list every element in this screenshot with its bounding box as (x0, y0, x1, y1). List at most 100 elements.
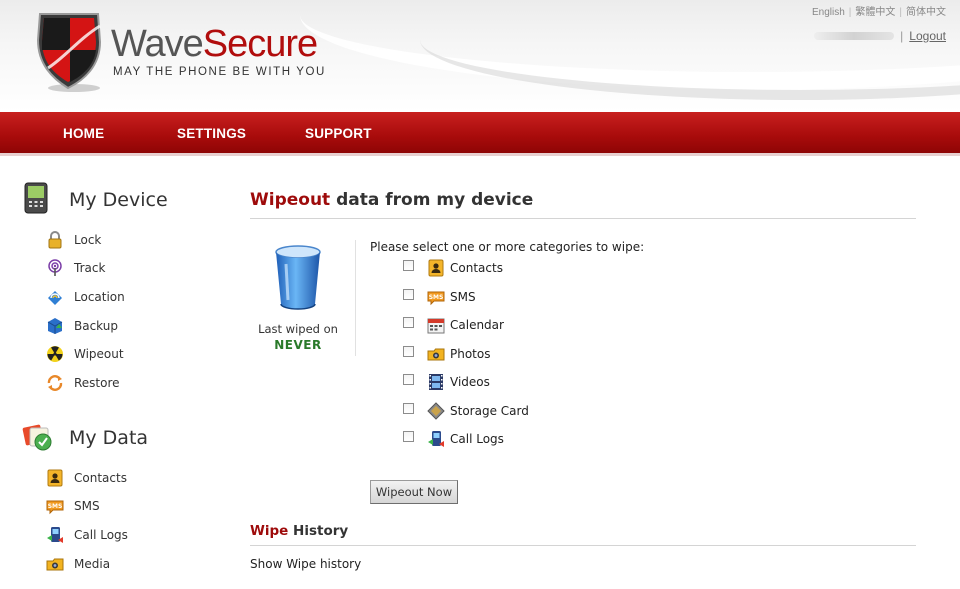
sidebar-item-restore[interactable]: Restore (46, 373, 120, 393)
category-row-contacts: Contacts (403, 258, 503, 278)
brand-name-part2: Secure (202, 23, 318, 65)
username-redacted (814, 32, 895, 40)
sidebar-item-call-logs[interactable]: Call Logs (46, 525, 128, 545)
history-divider (250, 545, 916, 546)
brand-name: WaveSecure (111, 22, 318, 66)
sidebar-item-label: SMS (74, 499, 100, 513)
storage-card-icon (427, 402, 445, 420)
user-bar: | Logout (814, 29, 946, 43)
language-separator: | (899, 7, 902, 18)
phone-device-icon (24, 182, 48, 214)
page-title-rest: data from my device (330, 190, 534, 210)
my-device-heading: My Device (24, 182, 168, 214)
category-row-call-logs: Call Logs (403, 429, 504, 449)
nav-home[interactable]: HOME (63, 126, 104, 141)
call-logs-icon (47, 527, 63, 543)
wipe-history-title: Wipe History (250, 523, 348, 539)
sidebar-item-label: Restore (74, 376, 120, 390)
wavesecure-logo-icon[interactable] (34, 8, 106, 92)
sidebar-item-lock[interactable]: Lock (46, 230, 101, 250)
last-wiped-label: Last wiped on (258, 322, 338, 336)
wipe-history-title-highlight: Wipe (250, 523, 289, 539)
title-divider (250, 218, 916, 219)
my-device-title: My Device (69, 189, 168, 211)
category-label: Videos (450, 375, 490, 389)
sidebar-item-wipeout[interactable]: Wipeout (46, 344, 124, 364)
category-checkbox-call-logs[interactable] (403, 430, 414, 442)
category-row-storage-card: Storage Card (403, 401, 529, 421)
page-title: Wipeout data from my device (250, 190, 533, 210)
media-icon (46, 558, 64, 571)
sidebar-item-backup[interactable]: Backup (46, 316, 118, 336)
data-stack-icon (22, 424, 52, 451)
my-data-title: My Data (69, 427, 149, 449)
brand-tagline: MAY THE PHONE BE WITH YOU (113, 66, 326, 78)
sidebar-item-location[interactable]: Location (46, 287, 125, 307)
category-label: Storage Card (450, 404, 529, 418)
category-label: SMS (450, 290, 476, 304)
photos-icon (427, 348, 445, 361)
wipe-bin-icon (275, 245, 321, 310)
sidebar-item-label: Location (74, 290, 125, 304)
wipe-history-title-rest: History (288, 523, 349, 539)
sidebar-item-label: Call Logs (74, 528, 128, 542)
sidebar-item-label: Contacts (74, 471, 127, 485)
sms-icon: SMS (46, 500, 64, 515)
contacts-icon (428, 259, 444, 277)
nav-support[interactable]: SUPPORT (305, 126, 372, 141)
brand-name-part1: Wave (111, 23, 204, 65)
location-icon (48, 291, 62, 305)
category-prompt: Please select one or more categories to … (370, 240, 645, 254)
sidebar-item-contacts[interactable]: Contacts (46, 468, 127, 488)
category-checkbox-contacts[interactable] (403, 259, 414, 271)
language-traditional-chinese[interactable]: 繁體中文 (855, 7, 895, 18)
language-switcher: English | 繁體中文 | 简体中文 (812, 3, 946, 18)
sms-icon: SMS (427, 291, 445, 306)
category-label: Calendar (450, 318, 504, 332)
category-checkbox-photos[interactable] (403, 345, 414, 357)
sidebar-item-track[interactable]: Track (46, 258, 105, 278)
contacts-icon (47, 469, 63, 487)
track-icon (48, 259, 62, 276)
user-bar-separator: | (900, 29, 904, 43)
sidebar-item-sms[interactable]: SMS SMS (46, 496, 100, 516)
category-label: Call Logs (450, 432, 504, 446)
wipeout-icon (47, 346, 63, 362)
language-simplified-chinese[interactable]: 简体中文 (906, 7, 946, 18)
restore-icon (47, 375, 63, 391)
sidebar-item-label: Media (74, 557, 111, 571)
category-checkbox-calendar[interactable] (403, 316, 414, 328)
svg-text:SMS: SMS (429, 294, 444, 301)
logout-link[interactable]: Logout (909, 29, 946, 43)
category-row-calendar: Calendar (403, 315, 504, 335)
sidebar-item-label: Track (74, 261, 106, 275)
sidebar-item-label: Backup (74, 319, 118, 333)
category-row-photos: Photos (403, 344, 490, 364)
sidebar-item-label: Lock (74, 233, 102, 247)
main-nav: HOME SETTINGS SUPPORT (0, 112, 960, 156)
call-logs-icon (428, 431, 444, 447)
category-row-sms: SMS SMS (403, 287, 476, 307)
category-checkbox-storage-card[interactable] (403, 402, 414, 414)
language-separator: | (848, 7, 852, 18)
category-label: Photos (450, 347, 491, 361)
language-english[interactable]: English (812, 7, 845, 18)
my-data-heading: My Data (22, 420, 148, 452)
lock-icon (48, 231, 62, 249)
last-wiped-value: NEVER (274, 338, 322, 352)
calendar-icon (427, 318, 445, 334)
vertical-divider (355, 240, 356, 356)
wipeout-now-button[interactable]: Wipeout Now (370, 480, 458, 504)
backup-icon (47, 318, 63, 334)
video-film-icon (429, 374, 443, 390)
svg-text:SMS: SMS (48, 503, 63, 510)
nav-settings[interactable]: SETTINGS (177, 126, 246, 141)
sidebar-item-media[interactable]: Media (46, 554, 110, 574)
sidebar-item-label: Wipeout (74, 347, 124, 361)
category-label: Contacts (450, 261, 503, 275)
category-row-videos: Videos (403, 372, 490, 392)
category-checkbox-sms[interactable] (403, 288, 414, 300)
show-wipe-history-link[interactable]: Show Wipe history (250, 557, 361, 571)
page-header: WaveSecure MAY THE PHONE BE WITH YOU Eng… (0, 0, 960, 112)
category-checkbox-videos[interactable] (403, 373, 414, 385)
